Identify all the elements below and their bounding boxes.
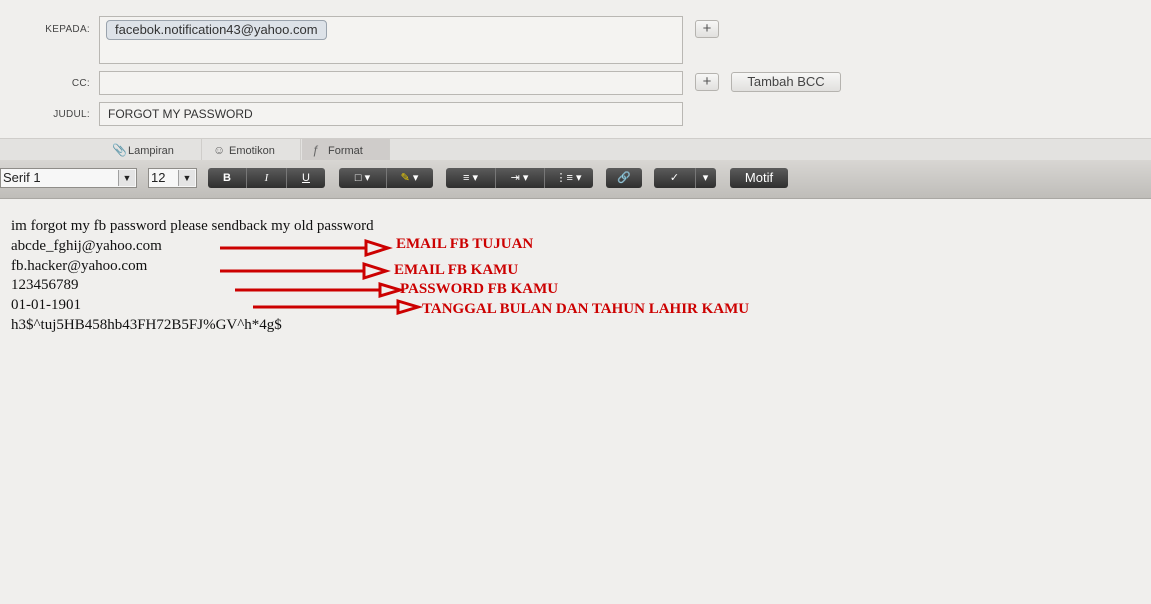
chevron-down-icon: ▾ xyxy=(575,172,582,184)
list-button[interactable]: ⋮≡ ▾ xyxy=(545,168,593,188)
color-group: □ ▾ ✎ ▾ xyxy=(339,168,433,188)
spellcheck-menu-button[interactable]: ▾ xyxy=(696,168,716,188)
add-cc-button[interactable]: + xyxy=(695,73,719,91)
motif-button[interactable]: Motif xyxy=(730,168,788,188)
message-body[interactable]: im forgot my fb password please sendback… xyxy=(0,199,1151,604)
subject-value: FORGOT MY PASSWORD xyxy=(108,107,253,121)
underline-button[interactable]: U xyxy=(287,168,325,188)
highlighter-icon: ✎ xyxy=(400,172,410,184)
chevron-down-icon: ▼ xyxy=(178,170,195,186)
arrow-head xyxy=(396,298,424,316)
insert-link-button[interactable]: 🔗 xyxy=(606,168,642,188)
add-bcc-button[interactable]: Tambah BCC xyxy=(731,72,841,92)
format-icon: ƒ xyxy=(312,143,319,157)
align-left-icon: ≡ xyxy=(462,172,470,184)
smiley-icon: ☺ xyxy=(213,143,226,157)
text-style-group: BIU xyxy=(208,168,325,188)
annotation-email-tujuan: EMAIL FB TUJUAN xyxy=(396,236,534,252)
bold-button[interactable]: B xyxy=(208,168,247,188)
cc-field[interactable] xyxy=(99,71,683,95)
arrow-head xyxy=(362,261,391,281)
annotation-birthdate: TANGGAL BULAN DAN TAHUN LAHIR KAMU xyxy=(422,301,750,317)
chevron-down-icon: ▾ xyxy=(702,172,709,184)
chevron-down-icon: ▾ xyxy=(412,172,419,184)
chevron-down-icon: ▼ xyxy=(118,170,135,186)
highlight-color-button[interactable]: ✎ ▾ xyxy=(387,168,433,188)
format-toolbar: Serif 1 ▼ 12 ▼ BIU □ ▾ ✎ ▾ ≡ ▾ ⇥ ▾ ⋮≡ ▾ 🔗 ✓… xyxy=(0,160,1151,199)
align-button[interactable]: ≡ ▾ xyxy=(447,168,496,188)
link-icon: 🔗 xyxy=(617,172,631,184)
list-icon: ⋮≡ xyxy=(555,172,573,184)
text-color-icon: □ xyxy=(354,172,362,184)
tab-attachment[interactable]: 📎Lampiran xyxy=(102,139,202,161)
annotation-arrows xyxy=(220,238,424,316)
arrow-head xyxy=(364,238,393,258)
spellcheck-icon: ✓ xyxy=(669,172,680,184)
tab-format-label: Format xyxy=(328,145,363,157)
subject-field[interactable]: FORGOT MY PASSWORD xyxy=(99,102,683,126)
spellcheck-button[interactable]: ✓ xyxy=(655,168,696,188)
font-size-select[interactable]: 12 ▼ xyxy=(148,168,197,188)
tab-attachment-label: Lampiran xyxy=(128,145,174,157)
font-family-value: Serif 1 xyxy=(3,170,41,185)
chevron-down-icon: ▾ xyxy=(364,172,371,184)
to-field[interactable]: facebok.notification43@yahoo.com xyxy=(99,16,683,64)
add-recipient-button[interactable]: + xyxy=(695,20,719,38)
spellcheck-group: ✓ ▾ xyxy=(654,168,716,188)
to-label: KEPADA: xyxy=(45,24,90,35)
indent-button[interactable]: ⇥ ▾ xyxy=(496,168,545,188)
indent-icon: ⇥ xyxy=(510,172,520,184)
tab-emoticon[interactable]: ☺ Emotikon xyxy=(203,139,301,161)
chevron-down-icon: ▾ xyxy=(472,172,478,184)
font-size-value: 12 xyxy=(151,170,166,185)
annotation-password: PASSWORD FB KAMU xyxy=(400,281,559,297)
paragraph-group: ≡ ▾ ⇥ ▾ ⋮≡ ▾ xyxy=(446,168,593,188)
cc-label: CC: xyxy=(71,78,90,89)
arrow-head xyxy=(378,281,406,299)
text-color-button[interactable]: □ ▾ xyxy=(340,168,387,188)
chevron-down-icon: ▾ xyxy=(522,172,529,184)
tab-format[interactable]: ƒ Format xyxy=(302,139,390,161)
subject-label: JUDUL: xyxy=(53,109,90,120)
annotation-email-kamu: EMAIL FB KAMU xyxy=(394,262,519,278)
compose-header: KEPADA: facebok.notification43@yahoo.com… xyxy=(0,0,1151,138)
font-family-select[interactable]: Serif 1 ▼ xyxy=(0,168,137,188)
compose-tabs: 📎Lampiran ☺ Emotikon ƒ Format xyxy=(0,138,1151,161)
italic-button[interactable]: I xyxy=(247,168,287,188)
recipient-chip[interactable]: facebok.notification43@yahoo.com xyxy=(106,20,327,40)
paperclip-icon: 📎 xyxy=(112,143,127,157)
tab-emoticon-label: Emotikon xyxy=(229,145,275,157)
